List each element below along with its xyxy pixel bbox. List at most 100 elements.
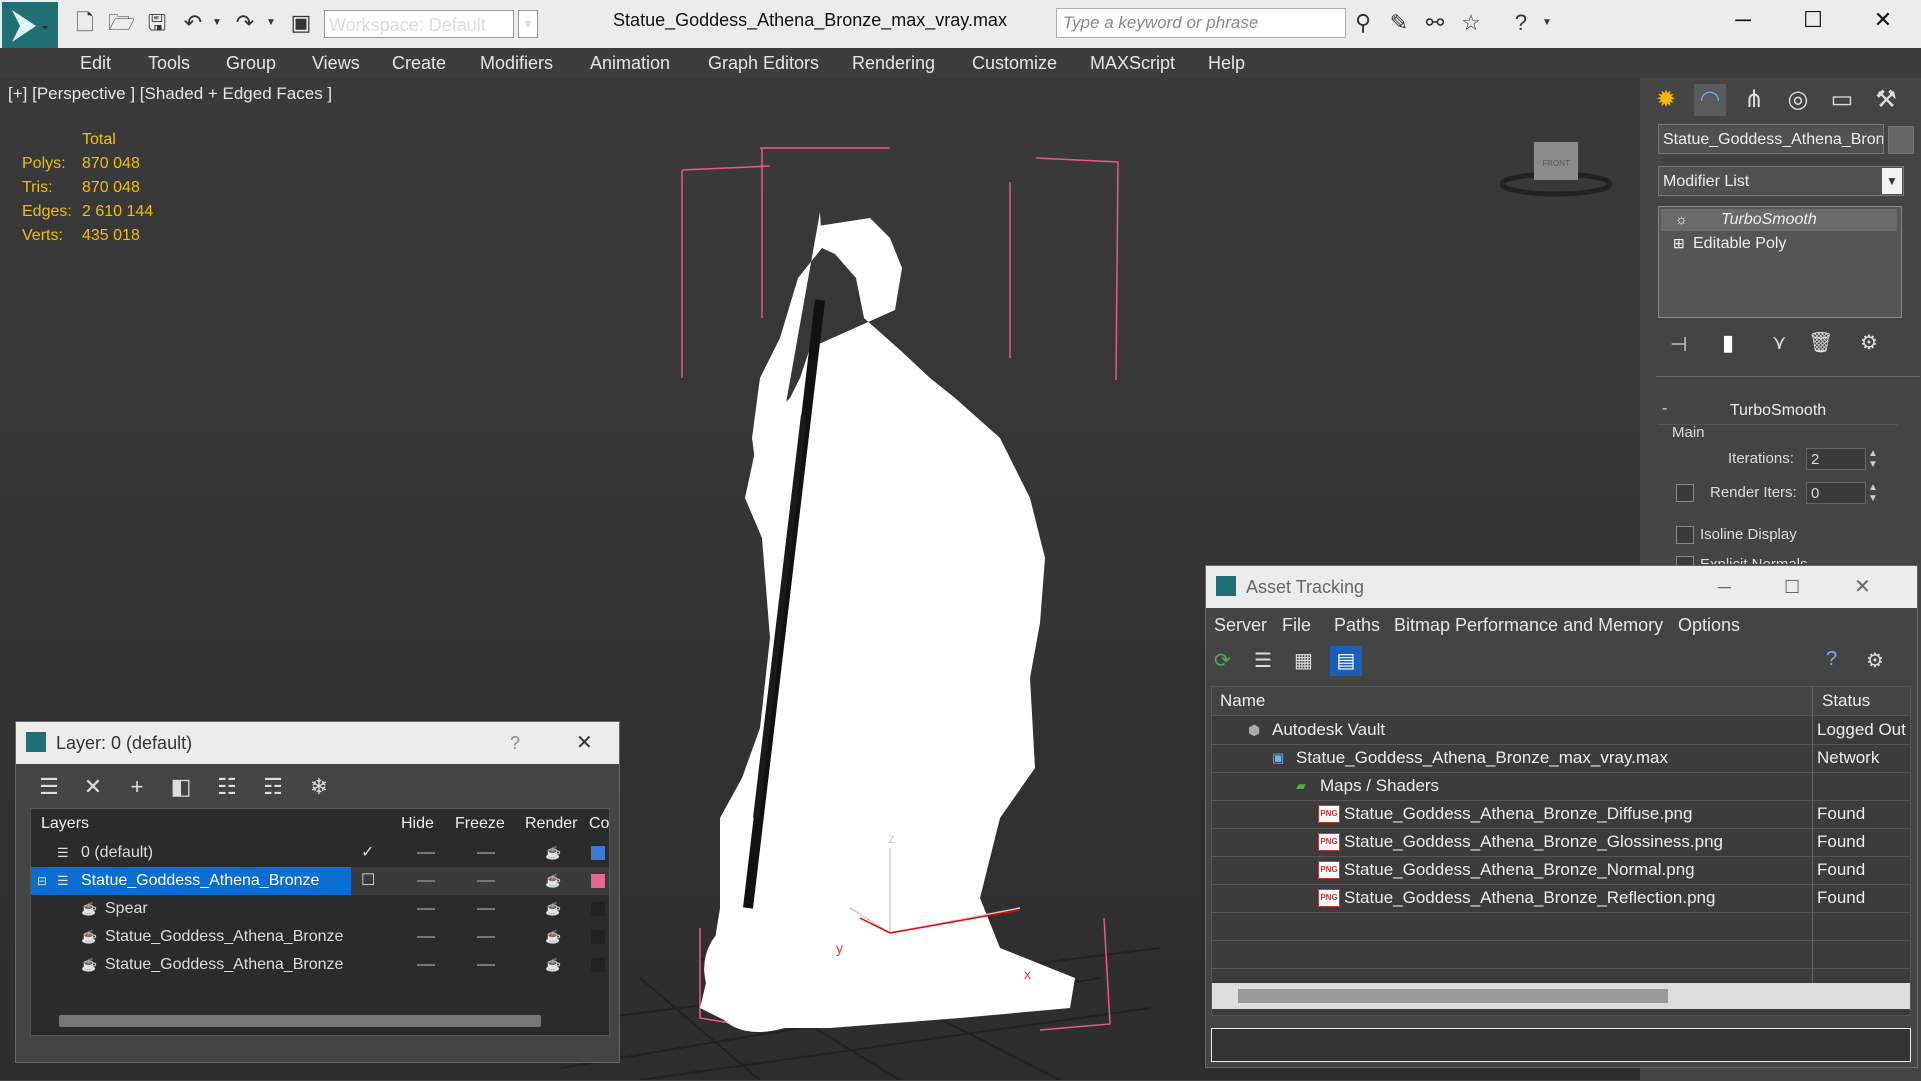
column-hide[interactable]: Hide [401,809,434,839]
menu-paths[interactable]: Paths [1334,612,1380,638]
render-teapot-icon[interactable]: ☕ [545,895,561,923]
table-row[interactable]: ⬢ Autodesk Vault Logged Out [1212,716,1910,745]
hide-all-layers-icon[interactable]: ☶ [258,772,288,802]
help-icon[interactable]: ? [1508,10,1534,36]
render-teapot-icon[interactable]: ☕ [545,867,561,895]
freeze-toggle[interactable] [477,908,495,910]
stack-item-turbosmooth[interactable]: TurboSmooth [1661,209,1897,231]
binoculars-icon[interactable]: ⚲ [1350,10,1376,36]
menu-graph-editors[interactable]: Graph Editors [708,48,819,78]
expand-plus-icon[interactable]: ⊞ [1673,235,1685,252]
undo-dropdown-icon[interactable]: ▼ [204,10,230,36]
utilities-tab-icon[interactable]: ⚒ [1870,84,1902,116]
menu-tools[interactable]: Tools [148,48,190,78]
hide-toggle[interactable] [417,908,435,910]
menu-modifiers[interactable]: Modifiers [480,48,553,78]
redo-icon[interactable]: ↷ [232,10,258,36]
motion-tab-icon[interactable]: ◎ [1782,84,1814,116]
set-current-layer-icon[interactable]: ☐ [361,867,375,895]
modify-tab-icon[interactable]: ◠ [1694,84,1726,116]
render-teapot-icon[interactable]: ☕ [545,951,561,979]
redo-dropdown-icon[interactable]: ▼ [258,10,284,36]
layer-window-titlebar[interactable]: Layer: 0 (default) ? ✕ [16,722,619,764]
viewport-label[interactable]: [+] [Perspective ] [Shaded + Edged Faces… [8,84,332,104]
refresh-icon[interactable]: ⟳ [1214,648,1231,673]
table-row[interactable]: ⊟ ☰ Statue_Goddess_Athena_Bronze ☐ ☕ [31,867,609,895]
asset-window-titlebar[interactable]: Asset Tracking ─ ☐ ✕ [1206,566,1917,608]
freeze-toggle[interactable] [477,880,495,882]
menu-file[interactable]: File [1282,612,1311,638]
render-iters-checkbox[interactable] [1676,484,1694,502]
hide-toggle[interactable] [417,880,435,882]
column-divider[interactable] [1812,687,1813,983]
maximize-icon[interactable]: ☐ [1784,566,1800,608]
menu-edit[interactable]: Edit [80,48,111,78]
help-dropdown-icon[interactable]: ▼ [1534,10,1560,36]
workspace-select[interactable]: Workspace: Default [324,10,514,38]
hide-toggle[interactable] [417,852,435,854]
link-icon[interactable]: ⚯ [1422,10,1448,36]
menu-server[interactable]: Server [1214,612,1267,638]
collapse-icon[interactable]: ⊟ [37,867,47,895]
freeze-all-layers-icon[interactable]: ❄ [304,772,334,802]
table-row[interactable]: PNG Statue_Goddess_Athena_Bronze_Normal.… [1212,856,1910,885]
object-color-swatch[interactable] [591,958,605,972]
table-row[interactable]: ▣ Statue_Goddess_Athena_Bronze_max_vray.… [1212,744,1910,773]
column-render[interactable]: Render [525,809,577,839]
menu-views[interactable]: Views [312,48,360,78]
viewcube[interactable]: FRONT [1499,132,1620,202]
search-input[interactable]: Type a keyword or phrase [1056,8,1346,38]
menu-customize[interactable]: Customize [972,48,1057,78]
close-icon[interactable]: ✕ [576,722,593,764]
close-icon[interactable]: ✕ [1854,566,1871,608]
menu-options[interactable]: Options [1678,612,1740,638]
freeze-toggle[interactable] [477,936,495,938]
thumbnail-view-icon[interactable]: ▦ [1294,648,1313,673]
object-color-swatch[interactable] [1888,126,1914,154]
column-color[interactable]: Color [589,809,609,839]
minimize-icon[interactable]: ─ [1718,566,1731,608]
help-icon[interactable]: ? [510,722,520,764]
table-row[interactable]: PNG Statue_Goddess_Athena_Bronze_Reflect… [1212,884,1910,913]
chevron-down-icon[interactable]: ▼ [518,10,538,38]
render-teapot-icon[interactable]: ☕ [545,923,561,951]
turbosmooth-rollout-title[interactable]: TurboSmooth [1658,398,1898,425]
table-row[interactable]: ▰ Maps / Shaders [1212,772,1910,801]
path-input[interactable] [1211,1028,1911,1062]
menu-maxscript[interactable]: MAXScript [1090,48,1175,78]
open-file-icon[interactable]: 🗁 [108,10,135,36]
maximize-icon[interactable]: ☐ [1778,0,1848,40]
isoline-display-checkbox[interactable] [1676,526,1694,544]
select-layer-objects-icon[interactable]: ◧ [166,772,196,802]
remove-modifier-icon[interactable]: 🗑 [1808,330,1833,355]
delete-layer-icon[interactable]: ✕ [78,772,108,802]
project-icon[interactable]: ▣ [288,10,314,36]
new-file-icon[interactable]: 🗋 [72,10,98,36]
object-name-field[interactable]: Statue_Goddess_Athena_Bronze [1658,124,1884,154]
table-row[interactable]: PNG Statue_Goddess_Athena_Bronze_Glossin… [1212,828,1910,857]
modifier-list-dropdown[interactable]: Modifier List [1658,166,1904,196]
configure-sets-icon[interactable]: ⚙ [1860,330,1878,355]
horizontal-scrollbar[interactable] [1238,989,1668,1003]
iterations-spinner[interactable]: 2 [1806,448,1866,470]
column-status[interactable]: Status [1822,687,1914,715]
stack-item-editable-poly[interactable]: Editable Poly [1661,233,1897,255]
favorite-star-icon[interactable]: ☆ [1458,10,1484,36]
undo-icon[interactable]: ↶ [180,10,206,36]
menu-bitmap-performance[interactable]: Bitmap Performance and Memory [1394,612,1663,638]
menu-animation[interactable]: Animation [590,48,670,78]
freeze-toggle[interactable] [477,852,495,854]
menu-help[interactable]: Help [1208,48,1245,78]
freeze-toggle[interactable] [477,964,495,966]
menu-group[interactable]: Group [226,48,276,78]
display-tab-icon[interactable]: ▭ [1826,84,1858,116]
spinner-arrows-icon[interactable]: ▲ ▼ [1868,448,1878,470]
menu-create[interactable]: Create [392,48,446,78]
column-name[interactable]: Name [1220,687,1265,715]
render-iters-spinner[interactable]: 0 [1806,482,1866,504]
table-view-icon[interactable]: ▤ [1330,646,1362,676]
horizontal-scrollbar[interactable] [59,1015,541,1027]
table-row[interactable]: ☕ Statue_Goddess_Athena_Bronze ☕ [31,923,609,951]
minimize-icon[interactable]: ─ [1708,0,1778,40]
settings-icon[interactable]: ⚙ [1866,648,1884,673]
